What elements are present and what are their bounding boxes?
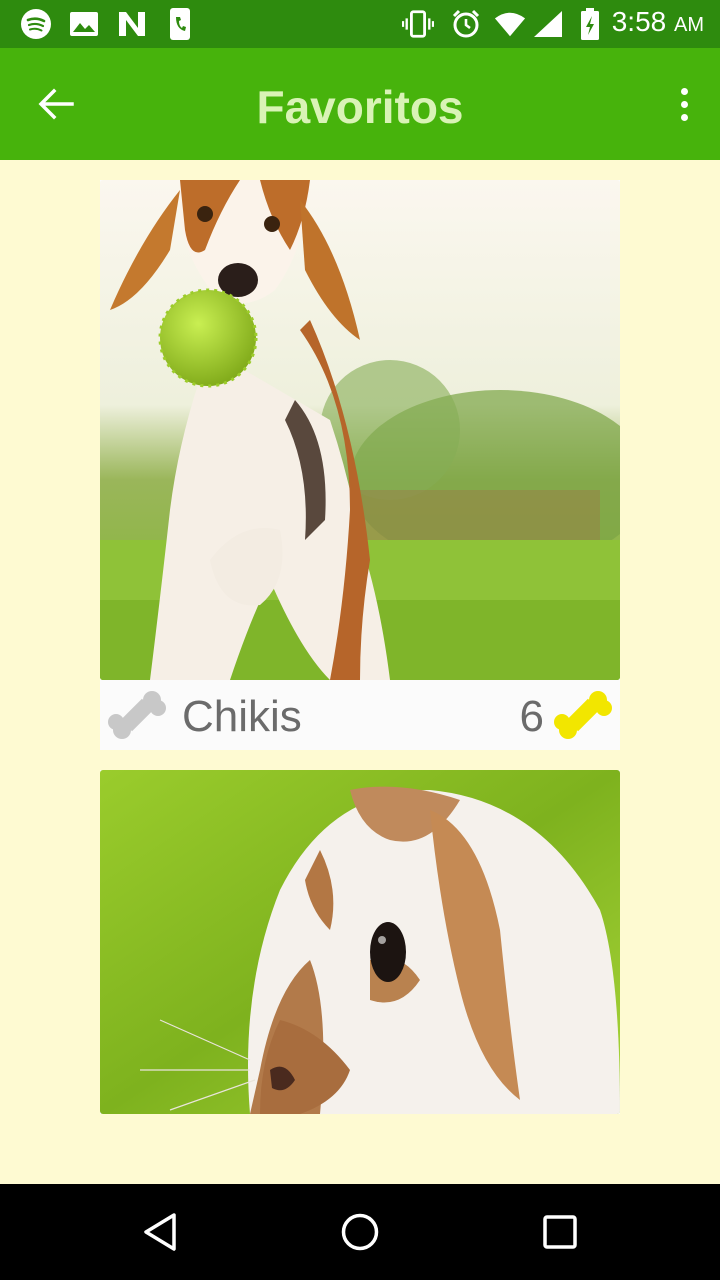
vibrate-icon — [402, 8, 434, 40]
status-ampm: AM — [674, 14, 704, 36]
navigation-bar — [0, 1184, 720, 1280]
signal-icon — [532, 8, 564, 40]
nav-back-icon — [144, 1213, 176, 1251]
n-app-icon — [116, 8, 148, 40]
app-bar: Favoritos — [0, 48, 720, 160]
nav-recents-button[interactable] — [536, 1208, 584, 1256]
more-options-button[interactable] — [668, 80, 700, 128]
pet-photo-rabbit[interactable] — [100, 770, 620, 1114]
favorites-list[interactable]: Chikis 6 — [0, 160, 720, 1184]
nav-home-icon — [341, 1213, 379, 1251]
bone-yellow-icon — [554, 691, 612, 739]
nav-recents-icon — [543, 1215, 577, 1249]
more-vert-icon — [680, 87, 688, 95]
card-footer: Chikis 6 — [100, 680, 620, 750]
alarm-icon — [450, 8, 482, 40]
status-time: 3:58 AM — [611, 6, 704, 37]
phone-app-icon — [164, 8, 196, 40]
more-vert-dot — [680, 100, 688, 108]
spotify-icon — [20, 8, 52, 40]
favorite-card[interactable]: Chikis 6 — [100, 180, 620, 750]
nav-home-button[interactable] — [336, 1208, 384, 1256]
pet-photo-beagle[interactable] — [100, 180, 620, 680]
like-count: 6 — [519, 692, 544, 741]
rate-bone-button[interactable] — [108, 686, 166, 744]
status-bar: 3:58 AM — [0, 0, 720, 48]
pet-name: Chikis — [182, 692, 302, 741]
bone-grey-icon — [108, 691, 166, 739]
page-title: Favoritos — [256, 81, 464, 133]
nav-back-button[interactable] — [136, 1208, 184, 1256]
battery-icon — [574, 8, 606, 40]
favorite-card[interactable] — [100, 770, 620, 1114]
more-vert-dot — [680, 113, 688, 121]
like-bone-button[interactable] — [554, 686, 612, 744]
wifi-icon — [494, 8, 526, 40]
image-icon — [68, 8, 100, 40]
